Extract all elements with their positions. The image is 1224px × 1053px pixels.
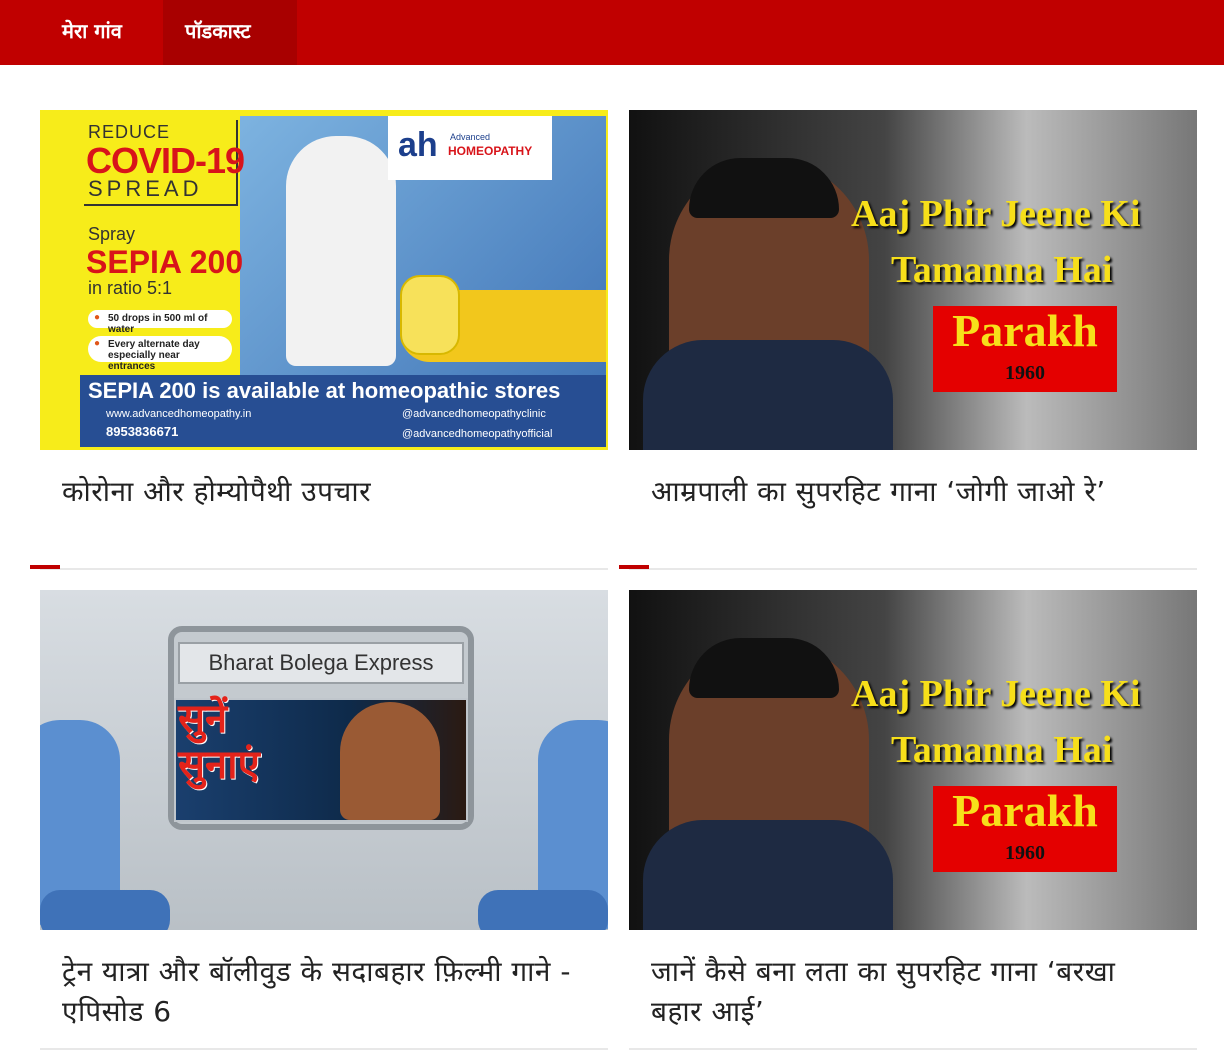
ad-sepia-text: SEPIA 200 [86, 244, 244, 280]
article-title[interactable]: आम्रपाली का सुपरहिट गाना ‘जोगी जाओ रे’ [651, 472, 1175, 512]
logo-name-text: HOMEOPATHY [448, 144, 533, 158]
woman-figure [340, 702, 440, 820]
article-thumbnail[interactable]: REDUCE COVID-19 SPREAD Spray SEPIA 200 i… [40, 110, 608, 450]
nav-item-mera-gaon[interactable]: मेरा गांव [40, 0, 162, 65]
article-thumbnail[interactable]: Bharat Bolega Express सुनें सुनाएं [40, 590, 608, 930]
film-year: 1960 [1005, 842, 1045, 864]
film-overlay-line2: Tamanna Hai [891, 729, 1113, 771]
ad-spray-text: Spray [88, 224, 136, 244]
ad-availability-text: SEPIA 200 is available at homeopathic st… [88, 378, 561, 403]
film-title: Parakh [952, 305, 1098, 356]
article-title[interactable]: जानें कैसे बना लता का सुपरहिट गाना ‘बरखा… [651, 952, 1175, 1032]
article-thumbnail[interactable]: Aaj Phir Jeene Ki Tamanna Hai Parakh 196… [629, 110, 1197, 450]
film-year: 1960 [1005, 362, 1045, 384]
article-card[interactable]: Aaj Phir Jeene Ki Tamanna Hai Parakh 196… [629, 110, 1197, 570]
ad-frequency-pill: Every alternate day especially near entr… [88, 336, 232, 372]
article-card[interactable]: Bharat Bolega Express सुनें सुनाएं ट्रेन… [30, 565, 608, 1050]
film-title: Parakh [952, 785, 1098, 836]
ppe-suit-figure [286, 136, 396, 366]
ad-instagram-text: @advancedhomeopathyclinic [402, 408, 546, 420]
ad-dosage-pill: 50 drops in 500 ml of water [88, 310, 232, 335]
train-podcast-image: Bharat Bolega Express सुनें सुनाएं [40, 590, 608, 930]
presenter-suit [643, 340, 893, 450]
card-accent-line [619, 565, 649, 569]
presenter-hair [689, 158, 839, 218]
presenter-suit [643, 820, 893, 930]
film-overlay-line1: Aaj Phir Jeene Ki [851, 673, 1141, 715]
article-card[interactable]: REDUCE COVID-19 SPREAD Spray SEPIA 200 i… [40, 110, 608, 570]
homeopathy-ad-image: REDUCE COVID-19 SPREAD Spray SEPIA 200 i… [40, 110, 608, 450]
film-song-image: Aaj Phir Jeene Ki Tamanna Hai Parakh 196… [629, 110, 1197, 450]
ad-ratio-text: in ratio 5:1 [88, 278, 173, 298]
presenter-hair [689, 638, 839, 698]
ad-phone-text: 8953836671 [106, 424, 179, 439]
nav-item-podcast[interactable]: पॉडकास्ट [163, 0, 297, 65]
left-seat-base [40, 890, 170, 930]
top-navigation-bar: मेरा गांव पॉडकास्ट [0, 0, 1224, 65]
train-label: Bharat Bolega Express [178, 642, 464, 684]
logo-mark: ah [398, 126, 438, 164]
right-seat-base [478, 890, 608, 930]
advanced-homeopathy-logo: ah Advanced HOMEOPATHY [388, 116, 552, 180]
card-accent-line [30, 565, 60, 569]
spray-bottle [400, 275, 460, 355]
logo-small-text: Advanced [450, 132, 491, 142]
film-song-image: Aaj Phir Jeene Ki Tamanna Hai Parakh 196… [629, 590, 1197, 930]
ad-facebook-text: @advancedhomeopathyofficial [402, 428, 553, 440]
ad-spread-text: SPREAD [88, 176, 203, 201]
film-overlay-line1: Aaj Phir Jeene Ki [851, 193, 1141, 235]
article-thumbnail[interactable]: Aaj Phir Jeene Ki Tamanna Hai Parakh 196… [629, 590, 1197, 930]
sune-sunayein-text: सुनें सुनाएं [178, 696, 260, 788]
sune-line1: सुनें [178, 696, 228, 742]
article-title[interactable]: ट्रेन यात्रा और बॉलीवुड के सदाबहार फ़िल्… [62, 952, 586, 1032]
ad-website-text: www.advancedhomeopathy.in [106, 408, 252, 420]
article-title[interactable]: कोरोना और होम्योपैथी उपचार [62, 472, 586, 512]
main-content: REDUCE COVID-19 SPREAD Spray SEPIA 200 i… [0, 65, 1224, 1053]
article-card[interactable]: Aaj Phir Jeene Ki Tamanna Hai Parakh 196… [619, 565, 1197, 1050]
sune-line2: सुनाएं [178, 742, 260, 788]
film-overlay-line2: Tamanna Hai [891, 249, 1113, 291]
